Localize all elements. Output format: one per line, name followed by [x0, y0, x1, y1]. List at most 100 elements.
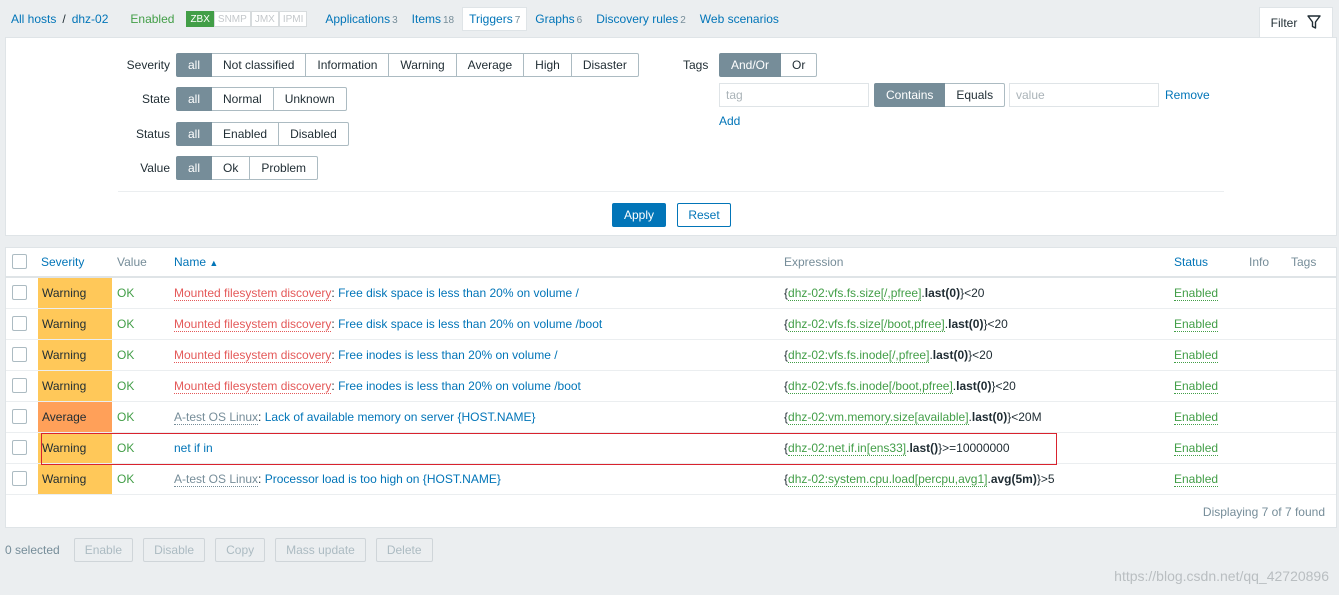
row-checkbox[interactable] — [12, 409, 27, 424]
badge-snmp: SNMP — [213, 11, 251, 27]
trigger-name-link[interactable]: Lack of available memory on server {HOST… — [265, 410, 536, 424]
select-all-checkbox[interactable] — [12, 254, 27, 269]
status-toggle[interactable]: Enabled — [1174, 472, 1219, 487]
row-checkbox[interactable] — [12, 378, 27, 393]
name-cell: Mounted filesystem discovery: Free disk … — [174, 286, 579, 301]
breadcrumb-host[interactable]: dhz-02 — [72, 12, 109, 26]
state-selector: all Normal Unknown — [176, 87, 347, 111]
tab-applications[interactable]: Applications 3 — [325, 12, 397, 26]
filter-toggle-tab[interactable]: Filter — [1259, 7, 1333, 38]
status-toggle[interactable]: Enabled — [1174, 410, 1219, 425]
value-option-all[interactable]: all — [176, 156, 213, 180]
expression-item-link[interactable]: dhz-02:system.cpu.load[percpu,avg1] — [788, 472, 988, 487]
expression-comparison: >5 — [1040, 472, 1055, 486]
funnel-icon — [1307, 14, 1322, 32]
disable-button[interactable]: Disable — [143, 538, 206, 562]
expression-item-link[interactable]: dhz-02:vfs.fs.size[/boot,pfree] — [788, 317, 945, 332]
expression-item-link[interactable]: dhz-02:net.if.in[ens33] — [788, 441, 907, 456]
state-option-normal[interactable]: Normal — [212, 87, 274, 111]
status-toggle[interactable]: Enabled — [1174, 286, 1219, 301]
table-row: Warning OK net if in {dhz-02:net.if.in[e… — [6, 433, 1336, 464]
reset-button[interactable]: Reset — [677, 203, 731, 227]
value-cell: OK — [117, 348, 135, 362]
table-row: Warning OK A-test OS Linux: Processor lo… — [6, 464, 1336, 495]
copy-button[interactable]: Copy — [215, 538, 266, 562]
expression-item-link[interactable]: dhz-02:vfs.fs.inode[/,pfree] — [788, 348, 930, 363]
tags-eval-and-or[interactable]: And/Or — [719, 53, 782, 77]
row-checkbox[interactable] — [12, 471, 27, 486]
delete-button[interactable]: Delete — [375, 538, 433, 562]
breadcrumb-all-hosts[interactable]: All hosts — [11, 12, 56, 26]
trigger-name-link[interactable]: Free disk space is less than 20% on volu… — [338, 286, 579, 300]
expression-item-link[interactable]: dhz-02:vm.memory.size[available] — [788, 410, 969, 425]
value-option-ok[interactable]: Ok — [212, 156, 251, 180]
expression-cell: {dhz-02:vfs.fs.inode[/,pfree].last(0)}<2… — [784, 348, 993, 363]
row-checkbox[interactable] — [12, 316, 27, 331]
col-name[interactable]: Name ▲ — [174, 255, 218, 269]
severity-option-all[interactable]: all — [176, 53, 213, 77]
filter-state-label: State — [141, 92, 170, 106]
filter-divider — [118, 191, 1224, 192]
enable-button[interactable]: Enable — [73, 538, 134, 562]
row-checkbox[interactable] — [12, 347, 27, 362]
col-status[interactable]: Status — [1174, 255, 1208, 269]
template-link[interactable]: Mounted filesystem discovery — [174, 286, 332, 301]
mass-update-button[interactable]: Mass update — [275, 538, 366, 562]
col-severity[interactable]: Severity — [41, 255, 84, 269]
expression-item-link[interactable]: dhz-02:vfs.fs.size[/,pfree] — [788, 286, 922, 301]
template-link[interactable]: Mounted filesystem discovery — [174, 317, 332, 332]
expression-comparison: <20 — [995, 379, 1016, 393]
apply-button[interactable]: Apply — [612, 203, 666, 227]
trigger-name-link[interactable]: Processor load is too high on {HOST.NAME… — [265, 472, 501, 486]
tab-items[interactable]: Items 18 — [412, 12, 454, 26]
severity-option-average[interactable]: Average — [456, 53, 525, 77]
status-option-all[interactable]: all — [176, 122, 213, 146]
template-link[interactable]: A-test OS Linux — [174, 410, 259, 425]
row-checkbox[interactable] — [12, 440, 27, 455]
table-header: Severity Value Name ▲ Expression Status … — [6, 248, 1336, 278]
tags-eval-or[interactable]: Or — [781, 53, 818, 77]
tag-add-link[interactable]: Add — [719, 114, 740, 128]
severity-option-not-classified[interactable]: Not classified — [212, 53, 307, 77]
tab-triggers[interactable]: Triggers 7 — [462, 7, 528, 31]
tag-value-input[interactable] — [1009, 83, 1159, 107]
state-option-unknown[interactable]: Unknown — [273, 87, 347, 111]
host-status[interactable]: Enabled — [130, 12, 174, 26]
trigger-name-link[interactable]: Free inodes is less than 20% on volume / — [338, 348, 557, 362]
severity-option-high[interactable]: High — [524, 53, 572, 77]
status-toggle[interactable]: Enabled — [1174, 317, 1219, 332]
tab-graphs[interactable]: Graphs 6 — [535, 12, 582, 26]
expression-item-link[interactable]: dhz-02:vfs.fs.inode[/boot,pfree] — [788, 379, 953, 394]
status-toggle[interactable]: Enabled — [1174, 348, 1219, 363]
status-toggle[interactable]: Enabled — [1174, 379, 1219, 394]
trigger-name-link[interactable]: Free disk space is less than 20% on volu… — [338, 317, 602, 331]
severity-option-warning[interactable]: Warning — [389, 53, 457, 77]
template-link[interactable]: Mounted filesystem discovery — [174, 379, 332, 394]
tag-operator-equals[interactable]: Equals — [945, 83, 1006, 107]
value-option-problem[interactable]: Problem — [250, 156, 319, 180]
col-expression: Expression — [784, 255, 844, 269]
tag-name-input[interactable] — [719, 83, 869, 107]
trigger-name-link[interactable]: Free inodes is less than 20% on volume /… — [338, 379, 581, 393]
value-cell: OK — [117, 317, 135, 331]
tab-discovery-rules[interactable]: Discovery rules 2 — [596, 12, 686, 26]
tab-web-scenarios[interactable]: Web scenarios — [700, 12, 779, 26]
sort-asc-icon: ▲ — [209, 258, 219, 268]
expression-cell: {dhz-02:vfs.fs.size[/,pfree].last(0)}<20 — [784, 286, 985, 301]
state-option-all[interactable]: all — [176, 87, 213, 111]
template-link[interactable]: Mounted filesystem discovery — [174, 348, 332, 363]
expression-cell: {dhz-02:net.if.in[ens33].last()}>=100000… — [784, 441, 1010, 456]
status-option-enabled[interactable]: Enabled — [212, 122, 280, 146]
name-cell: Mounted filesystem discovery: Free disk … — [174, 317, 602, 332]
row-checkbox[interactable] — [12, 285, 27, 300]
expression-cell: {dhz-02:vm.memory.size[available].last(0… — [784, 410, 1042, 425]
severity-option-information[interactable]: Information — [306, 53, 390, 77]
severity-cell: Average — [38, 402, 112, 432]
severity-option-disaster[interactable]: Disaster — [571, 53, 639, 77]
trigger-name-link[interactable]: net if in — [174, 441, 213, 455]
tag-remove-link[interactable]: Remove — [1165, 88, 1210, 102]
template-link[interactable]: A-test OS Linux — [174, 472, 259, 487]
status-option-disabled[interactable]: Disabled — [279, 122, 349, 146]
status-toggle[interactable]: Enabled — [1174, 441, 1219, 456]
tag-operator-contains[interactable]: Contains — [874, 83, 946, 107]
